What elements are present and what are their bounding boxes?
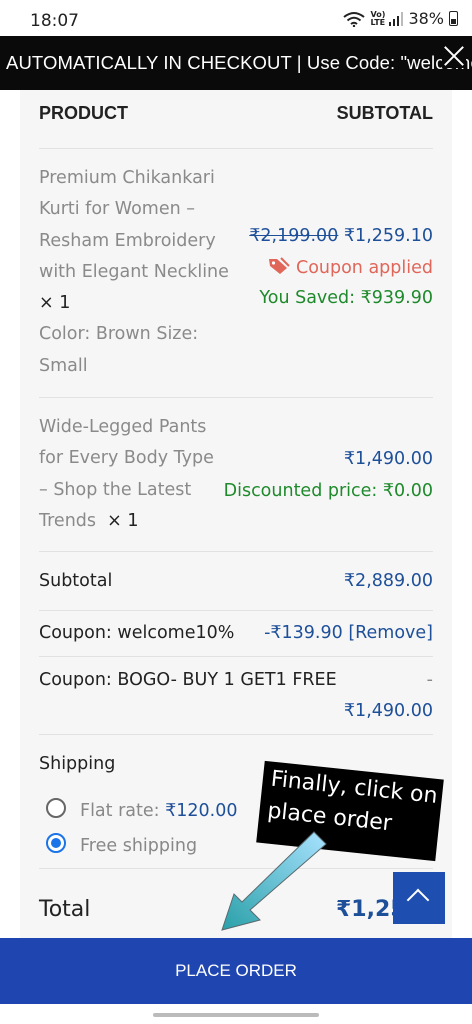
flat-rate-radio[interactable]	[46, 798, 66, 818]
wifi-icon	[343, 11, 366, 27]
divider	[39, 551, 433, 552]
free-shipping-option[interactable]: Free shipping	[80, 836, 197, 856]
total-label: Total	[39, 897, 91, 922]
original-price: ₹2,199.00	[249, 226, 339, 246]
item-name-line: Premium Chikankari	[39, 168, 215, 188]
annotation-arrow	[221, 831, 327, 931]
item-name-line: Resham Embroidery	[39, 230, 216, 251]
signal-icon	[389, 11, 404, 26]
cart-item-name: Wide-Legged Pants for Every Body Type – …	[39, 412, 259, 537]
item-name-line: Wide-Legged Pants	[39, 417, 207, 437]
flat-rate-price: ₹120.00	[165, 801, 238, 821]
item-name-line: with Elegant Neckline	[39, 261, 229, 282]
discounted-price: ₹1,259.10	[343, 226, 433, 246]
divider	[39, 734, 433, 735]
shipping-label: Shipping	[39, 754, 116, 774]
item-name-line: for Every Body Type	[39, 448, 214, 469]
coupon-applied-badge: Coupon applied	[268, 257, 433, 278]
chevron-up-icon	[406, 888, 430, 912]
cart-item-name: Premium Chikankari Kurti for Women – Res…	[39, 163, 249, 382]
coupon-label: Coupon: welcome10%	[39, 623, 235, 643]
coupon-applied-label: Coupon applied	[295, 258, 433, 278]
close-icon[interactable]	[442, 44, 466, 68]
scroll-to-top-button[interactable]	[393, 872, 445, 924]
item-variation: Small	[39, 355, 88, 376]
divider	[39, 148, 433, 149]
item-price: ₹1,490.00	[343, 449, 433, 469]
battery-icon	[449, 11, 458, 26]
flat-rate-label: Flat rate:	[80, 801, 166, 821]
coupon-discount-value: ₹1,490.00	[343, 701, 433, 721]
subtotal-column-header: SUBTOTAL	[336, 103, 433, 123]
discounted-price-label: Discounted price: ₹0.00	[223, 481, 433, 501]
coupon-label: Coupon: BOGO- BUY 1 GET1 FREE	[39, 670, 337, 690]
divider	[39, 397, 433, 398]
network-type-icon: Vo) LTE	[370, 9, 386, 27]
flat-rate-option[interactable]: Flat rate: ₹120.00	[80, 801, 237, 821]
item-price: ₹2,199.00 ₹1,259.10	[249, 226, 433, 246]
battery-percent: 38%	[408, 9, 444, 28]
subtotal-label: Subtotal	[39, 571, 113, 591]
item-variation: Color: Brown Size:	[39, 324, 199, 345]
place-order-button[interactable]: PLACE ORDER	[0, 938, 472, 1004]
status-time: 18:07	[30, 11, 79, 31]
item-quantity: × 1	[107, 510, 139, 531]
coupon-dash: -	[426, 670, 433, 690]
status-icons: Vo) LTE 38%	[343, 9, 458, 28]
announcement-text: AUTOMATICALLY IN CHECKOUT | Use Code: "w…	[6, 52, 472, 73]
status-bar: 18:07 Vo) LTE 38%	[0, 0, 472, 36]
item-name-line: Trends	[39, 510, 97, 531]
subtotal-value: ₹2,889.00	[343, 571, 433, 591]
item-name-line: Kurti for Women –	[39, 199, 196, 220]
remove-coupon-link[interactable]: [Remove]	[348, 623, 433, 643]
item-quantity: × 1	[39, 293, 71, 314]
product-column-header: PRODUCT	[39, 103, 128, 123]
divider	[39, 656, 433, 657]
home-indicator[interactable]	[153, 1013, 319, 1017]
free-shipping-radio[interactable]	[46, 833, 66, 853]
saved-amount: You Saved: ₹939.90	[259, 288, 433, 308]
coupon-amount: -₹139.90 [Remove]	[264, 623, 433, 643]
announcement-bar: AUTOMATICALLY IN CHECKOUT | Use Code: "w…	[0, 36, 472, 90]
tag-icon	[268, 257, 290, 274]
divider	[39, 610, 433, 611]
coupon-discount-value: -₹139.90	[264, 623, 343, 643]
